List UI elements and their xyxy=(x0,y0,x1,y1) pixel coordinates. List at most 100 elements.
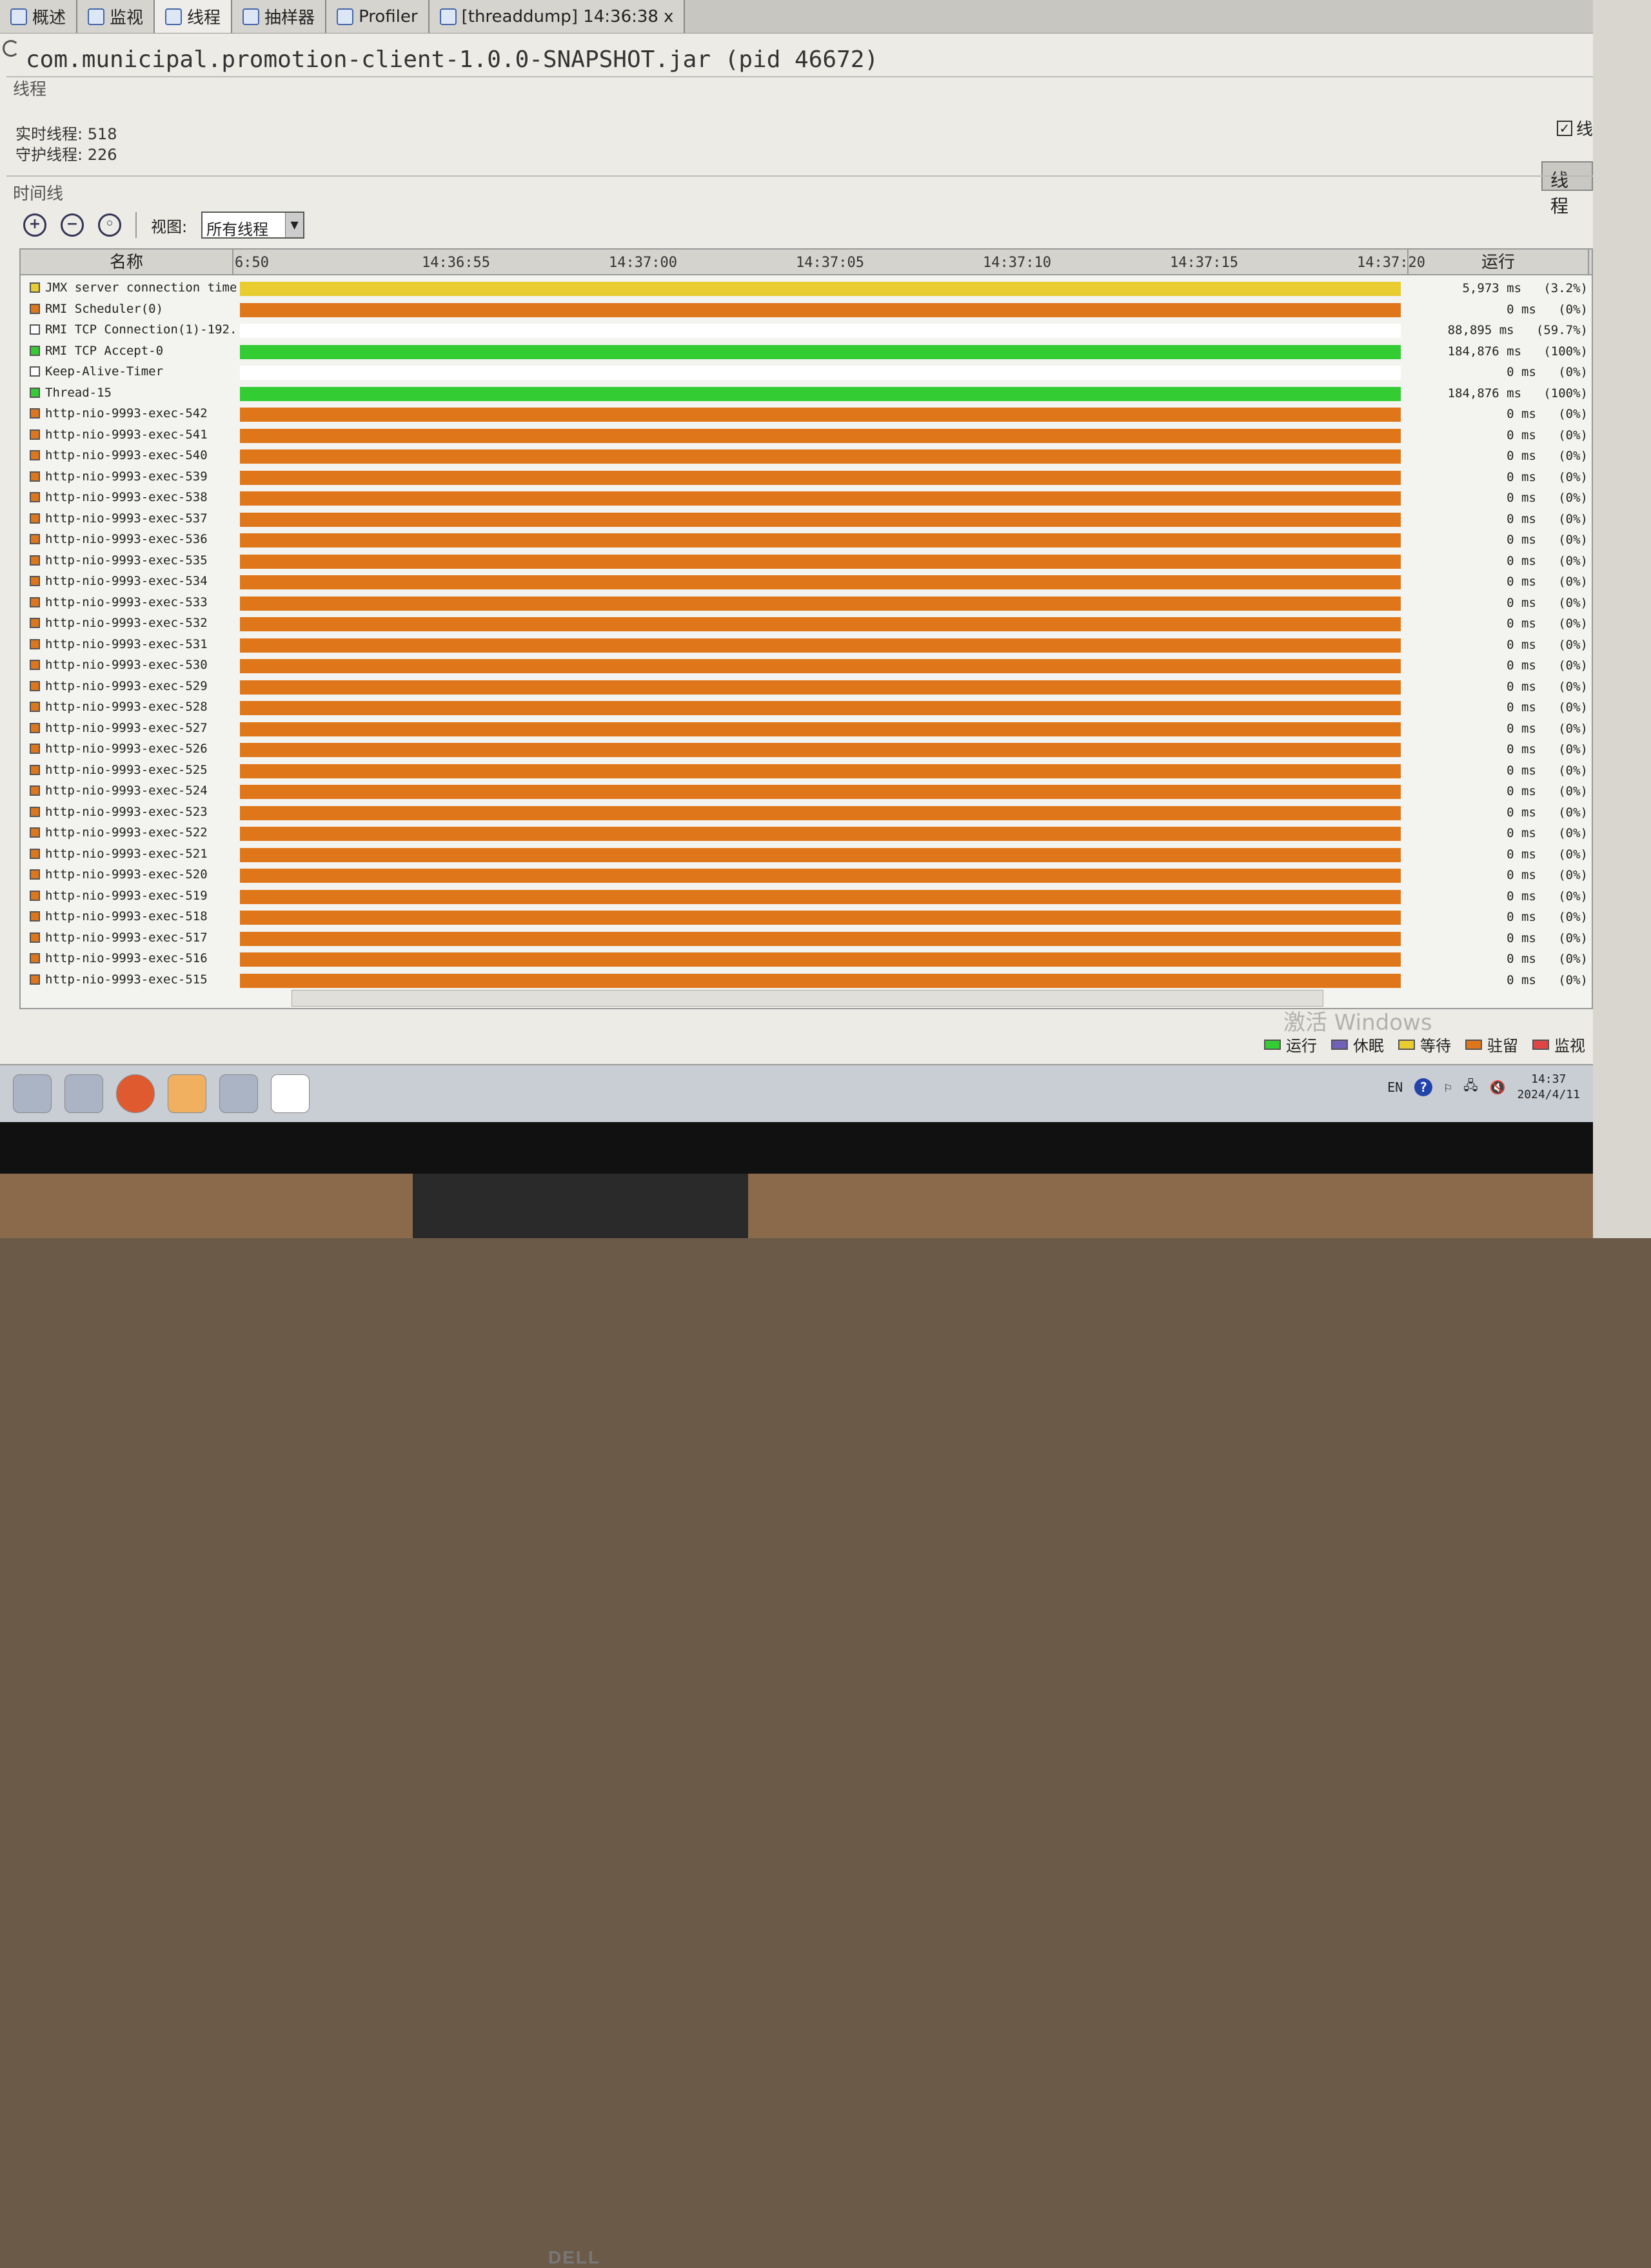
table-row[interactable]: http-nio-9993-exec-5160 ms (0%)184,876 m… xyxy=(21,949,1592,970)
taskbar-app-search[interactable] xyxy=(168,1074,206,1113)
tab-2[interactable]: 线程 xyxy=(155,0,233,33)
monitor-stand xyxy=(413,1174,748,1238)
table-row[interactable]: http-nio-9993-exec-5320 ms (0%)184,876 m… xyxy=(21,613,1592,635)
thread-name-cell: http-nio-9993-exec-533 xyxy=(30,595,236,609)
table-row[interactable]: http-nio-9993-exec-5350 ms (0%)184,876 m… xyxy=(21,551,1592,572)
flag-icon[interactable]: ⚐ xyxy=(1444,1080,1452,1095)
column-name[interactable]: 名称 xyxy=(21,250,233,275)
thread-timeline-bar xyxy=(240,366,1401,380)
table-header: 名称 6:50 14:36:55 14:37:00 14:37:05 14:37:10 1… xyxy=(21,250,1592,275)
running-pct: (0%) xyxy=(1558,491,1588,505)
table-row[interactable]: http-nio-9993-exec-5270 ms (0%)184,876 m… xyxy=(21,718,1592,740)
threads-checkbox[interactable]: ✓ 线 xyxy=(1556,116,1593,140)
table-row[interactable]: http-nio-9993-exec-5210 ms (0%)184,876 m… xyxy=(21,844,1592,865)
taskbar-app-explorer[interactable] xyxy=(13,1074,52,1113)
table-row[interactable]: http-nio-9993-exec-5190 ms (0%)184,876 m… xyxy=(21,886,1592,907)
view-select[interactable]: 所有线程 ▼ xyxy=(201,212,305,239)
thread-state-swatch xyxy=(30,953,40,963)
monitor-bezel: DELL xyxy=(0,1122,1593,2267)
taskbar-app-red[interactable] xyxy=(116,1074,155,1113)
table-row[interactable]: http-nio-9993-exec-5170 ms (0%)184,876 m… xyxy=(21,928,1592,949)
thread-name: http-nio-9993-exec-527 xyxy=(45,720,208,735)
running-ms: 0 ms xyxy=(1507,449,1536,463)
tab-0[interactable]: 概述 xyxy=(0,0,78,33)
taskbar-app-network[interactable] xyxy=(64,1074,103,1113)
table-row[interactable]: http-nio-9993-exec-5150 ms (0%)184,876 m… xyxy=(21,970,1592,991)
thread-name-cell: http-nio-9993-exec-525 xyxy=(30,763,236,777)
table-row[interactable]: http-nio-9993-exec-5400 ms (0%)184,876 m… xyxy=(21,446,1592,467)
thread-state-swatch xyxy=(30,806,40,817)
checkbox-checked-icon[interactable]: ✓ xyxy=(1556,120,1572,136)
tab-3[interactable]: 抽样器 xyxy=(232,0,327,33)
table-row[interactable]: RMI Scheduler(0)0 ms (0%)184,876 ms xyxy=(21,299,1592,320)
table-row[interactable]: http-nio-9993-exec-5310 ms (0%)184,876 m… xyxy=(21,635,1592,656)
table-row[interactable]: http-nio-9993-exec-5200 ms (0%)184,876 m… xyxy=(21,865,1592,886)
table-row[interactable]: Thread-15 184,876 ms (100%)184,876 ms xyxy=(21,383,1592,404)
thread-timeline-bar xyxy=(240,827,1401,841)
table-row[interactable]: http-nio-9993-exec-5290 ms (0%)184,876 m… xyxy=(21,676,1592,698)
thread-timeline-bar xyxy=(240,764,1401,778)
table-row[interactable]: http-nio-9993-exec-5300 ms (0%)184,876 m… xyxy=(21,655,1592,676)
table-row[interactable]: http-nio-9993-exec-5220 ms (0%)184,876 m… xyxy=(21,823,1592,844)
thread-name: http-nio-9993-exec-520 xyxy=(45,867,208,882)
table-row[interactable]: http-nio-9993-exec-5340 ms (0%)184,876 m… xyxy=(21,571,1592,593)
network-icon[interactable]: 🖧 xyxy=(1463,1076,1478,1098)
table-row[interactable]: http-nio-9993-exec-5360 ms (0%)184,876 m… xyxy=(21,529,1592,551)
table-row[interactable]: http-nio-9993-exec-5230 ms (0%)184,876 m… xyxy=(21,802,1592,823)
table-row[interactable]: RMI TCP Connection(1)-192. 88,895 ms (59.… xyxy=(21,320,1592,341)
thread-state-swatch xyxy=(30,974,40,985)
table-row[interactable]: RMI TCP Accept-0 184,876 ms (100%)184,876… xyxy=(21,341,1592,362)
table-row[interactable]: http-nio-9993-exec-5330 ms (0%)184,876 m… xyxy=(21,593,1592,614)
zoom-out-icon[interactable]: − xyxy=(61,213,84,237)
thread-timeline-bar xyxy=(240,302,1401,317)
column-running[interactable]: 运行 xyxy=(1407,250,1588,275)
running-pct: (0%) xyxy=(1558,616,1588,631)
thread-state-swatch xyxy=(30,869,40,880)
thread-timeline-bar xyxy=(240,617,1401,631)
table-row[interactable]: http-nio-9993-exec-5180 ms (0%)184,876 m… xyxy=(21,907,1592,928)
table-row[interactable]: http-nio-9993-exec-5390 ms (0%)184,876 m… xyxy=(21,467,1592,488)
table-row[interactable]: Keep-Alive-Timer0 ms (0%)22,819 ms xyxy=(21,362,1592,383)
table-row[interactable]: JMX server connection time 5,973 ms (3.2%… xyxy=(21,278,1592,299)
taskbar-app-chrome[interactable] xyxy=(219,1074,258,1113)
table-row[interactable]: http-nio-9993-exec-5280 ms (0%)184,876 m… xyxy=(21,697,1592,718)
zoom-in-icon[interactable]: + xyxy=(23,213,46,237)
table-row[interactable]: http-nio-9993-exec-5250 ms (0%)184,876 m… xyxy=(21,760,1592,782)
table-row[interactable]: http-nio-9993-exec-5420 ms (0%)184,876 m… xyxy=(21,404,1592,425)
tab-1[interactable]: 监视 xyxy=(77,0,155,33)
help-icon[interactable]: ? xyxy=(1414,1078,1433,1096)
running-time: 0 ms (0%) xyxy=(1414,973,1588,987)
thread-timeline-bar xyxy=(240,889,1401,904)
thread-timeline-bar xyxy=(240,847,1401,862)
horizontal-scrollbar[interactable] xyxy=(292,990,1323,1007)
running-ms: 0 ms xyxy=(1507,595,1536,610)
close-icon[interactable]: x xyxy=(664,7,673,26)
column-total[interactable]: 总计 xyxy=(1588,250,1593,275)
running-pct: (0%) xyxy=(1558,302,1588,317)
thread-state-swatch xyxy=(30,387,40,398)
taskbar-app-visualvm[interactable] xyxy=(271,1074,310,1113)
table-row[interactable]: http-nio-9993-exec-5380 ms (0%)184,876 m… xyxy=(21,488,1592,509)
table-row[interactable]: http-nio-9993-exec-5260 ms (0%)184,876 m… xyxy=(21,739,1592,760)
thread-name: http-nio-9993-exec-519 xyxy=(45,888,208,903)
table-row[interactable]: http-nio-9993-exec-5240 ms (0%)184,876 m… xyxy=(21,781,1592,802)
clock[interactable]: 14:37 2024/4/11 xyxy=(1517,1072,1580,1103)
language-indicator[interactable]: EN xyxy=(1387,1080,1403,1095)
thread-name: http-nio-9993-exec-525 xyxy=(45,762,208,777)
thread-name-cell: http-nio-9993-exec-539 xyxy=(30,469,236,484)
tab-5[interactable]: [threaddump] 14:36:38 x xyxy=(429,0,686,33)
tab-4[interactable]: Profiler xyxy=(326,0,430,33)
table-row[interactable]: http-nio-9993-exec-5410 ms (0%)184,876 m… xyxy=(21,425,1592,446)
zoom-fit-icon[interactable]: ◦ xyxy=(98,213,121,237)
running-pct: (0%) xyxy=(1558,658,1588,673)
table-row[interactable]: http-nio-9993-exec-5370 ms (0%)184,876 m… xyxy=(21,509,1592,530)
running-pct: (0%) xyxy=(1558,407,1588,421)
thread-state-swatch xyxy=(30,638,40,649)
running-ms: 0 ms xyxy=(1507,302,1536,317)
thread-timeline-bar xyxy=(240,680,1401,695)
view-label: 视图: xyxy=(151,217,188,236)
volume-muted-icon[interactable]: 🔇 xyxy=(1490,1080,1506,1095)
chevron-down-icon[interactable]: ▼ xyxy=(285,213,304,237)
thread-name-cell: http-nio-9993-exec-523 xyxy=(30,805,236,819)
thread-name-cell: http-nio-9993-exec-516 xyxy=(30,951,236,965)
